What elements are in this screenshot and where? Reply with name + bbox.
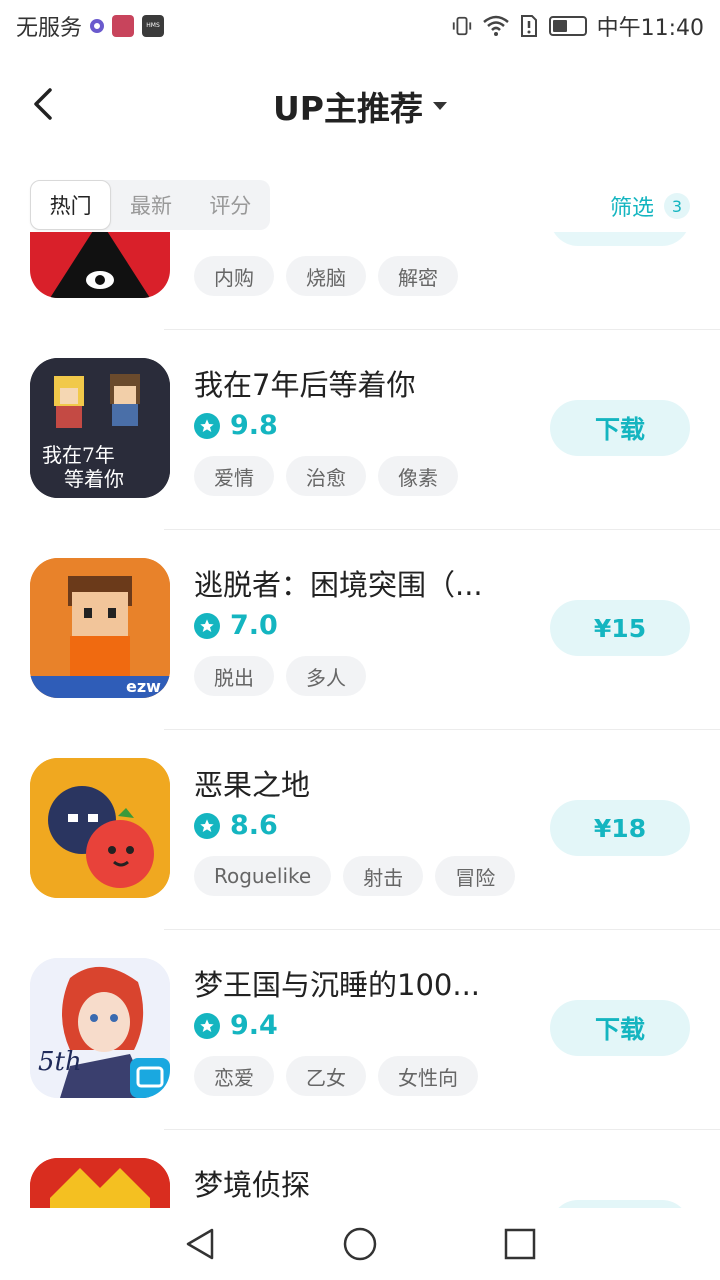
app-list: 内购 烧脑 解密 我在7年 等着你 我在7年后等着你 9.8 爱情 治愈 像素 …: [0, 232, 720, 1208]
rating: 7.0: [194, 610, 278, 641]
tags: 内购 烧脑 解密: [194, 256, 458, 296]
action-button[interactable]: [550, 232, 690, 246]
wifi-icon: [482, 15, 509, 36]
rating-value: 9.8: [230, 410, 278, 441]
tag[interactable]: 射击: [343, 856, 424, 896]
list-item[interactable]: ezw 逃脱者：困境突围（... 7.0 脱出 多人 ¥15: [0, 530, 720, 730]
page-title-container[interactable]: UP主推荐: [0, 82, 720, 130]
app-name: 逃脱者：困境突围（...: [194, 568, 483, 602]
tag[interactable]: 女性向: [378, 1056, 478, 1096]
tag[interactable]: 恋爱: [194, 1056, 274, 1096]
tag[interactable]: 解密: [378, 256, 458, 296]
tags: Roguelike 射击 冒险: [194, 856, 516, 896]
tag[interactable]: 乙女: [286, 1056, 366, 1096]
app-name: 恶果之地: [194, 768, 311, 802]
system-nav-bar: [0, 1208, 720, 1280]
tag[interactable]: 烧脑: [286, 256, 366, 296]
status-right: 中午11:40: [451, 10, 704, 42]
clock: 中午11:40: [596, 16, 704, 41]
list-item[interactable]: 恶果之地 8.6 Roguelike 射击 冒险 ¥18: [0, 730, 720, 930]
filter-row: 热门 最新 评分 筛选 3: [0, 180, 720, 232]
tab-rating[interactable]: 评分: [191, 180, 270, 230]
notification-icon: [90, 19, 105, 33]
tags: 脱出 多人: [194, 656, 366, 696]
carrier-label: 无服务: [16, 16, 83, 41]
status-bar: 无服务 HMS 中午11:40: [0, 0, 720, 52]
list-item[interactable]: 内购 烧脑 解密: [0, 232, 720, 330]
rating: 9.4: [194, 1010, 278, 1041]
app-name: 我在7年后等着你: [194, 368, 416, 402]
action-button[interactable]: [550, 1200, 690, 1208]
tag[interactable]: 爱情: [194, 456, 274, 496]
back-triangle-icon[interactable]: [182, 1226, 218, 1262]
hms-icon: HMS: [142, 15, 165, 37]
tag[interactable]: 内购: [194, 256, 274, 296]
header: UP主推荐: [0, 60, 720, 148]
filter-label: 筛选: [609, 196, 654, 221]
triangle-eye-icon: [50, 232, 150, 298]
filter-count-badge: 3: [664, 193, 690, 219]
chevron-down-icon: [432, 102, 447, 110]
tag[interactable]: Roguelike: [194, 856, 332, 896]
app-icon: 我在7年 等着你: [30, 358, 170, 498]
home-circle-icon[interactable]: [342, 1226, 378, 1262]
app-icon: [30, 758, 170, 898]
rating-value: 9.4: [230, 1010, 278, 1041]
tag[interactable]: 多人: [286, 656, 366, 696]
star-icon: [194, 412, 220, 439]
app-icon: ezw: [30, 558, 170, 698]
filter-button[interactable]: 筛选 3: [610, 190, 690, 222]
vibrate-icon: [452, 16, 471, 36]
tags: 恋爱 乙女 女性向: [194, 1056, 478, 1096]
list-item[interactable]: 5th 梦王国与沉睡的100... 9.4 恋爱 乙女 女性向 下载: [0, 930, 720, 1130]
svg-text:等着你: 等着你: [64, 467, 124, 491]
tab-newest[interactable]: 最新: [111, 180, 190, 230]
download-button[interactable]: 下载: [550, 400, 690, 456]
rating-value: 7.0: [230, 610, 278, 641]
status-left: 无服务 HMS: [16, 10, 165, 42]
rating-value: 8.6: [230, 810, 278, 841]
price-button[interactable]: ¥15: [550, 600, 690, 656]
detective-icon: [30, 1158, 170, 1208]
battery-icon: [548, 16, 587, 36]
app-icon: [30, 1158, 170, 1208]
pixel-characters-icon: 我在7年 等着你: [30, 358, 170, 498]
download-button[interactable]: 下载: [550, 1000, 690, 1056]
app-name: 梦境侦探: [194, 1168, 311, 1202]
rating: 9.8: [194, 410, 278, 441]
star-icon: [194, 812, 220, 839]
star-icon: [194, 1012, 220, 1039]
tab-hot[interactable]: 热门: [30, 180, 112, 230]
list-item[interactable]: 我在7年 等着你 我在7年后等着你 9.8 爱情 治愈 像素 下载: [0, 330, 720, 530]
huawei-icon: [112, 15, 135, 37]
list-item[interactable]: 梦境侦探: [0, 1130, 720, 1208]
recents-square-icon[interactable]: [502, 1226, 538, 1262]
tag[interactable]: 像素: [378, 456, 458, 496]
app-icon: 5th: [30, 958, 170, 1098]
tags: 爱情 治愈 像素: [194, 456, 458, 496]
tag[interactable]: 冒险: [435, 856, 516, 896]
anime-character-icon: 5th: [30, 958, 170, 1098]
app-name: 梦王国与沉睡的100...: [194, 968, 481, 1002]
sim-alert-icon: [520, 15, 537, 37]
tag[interactable]: 脱出: [194, 656, 274, 696]
price-button[interactable]: ¥18: [550, 800, 690, 856]
app-icon: [30, 232, 170, 298]
sort-tabs: 热门 最新 评分: [30, 180, 270, 230]
svg-text:我在7年: 我在7年: [42, 443, 115, 467]
rating: 8.6: [194, 810, 278, 841]
tag[interactable]: 治愈: [286, 456, 366, 496]
escapist-character-icon: ezw: [30, 558, 170, 698]
svg-text:ezw: ezw: [126, 677, 161, 696]
star-icon: [194, 612, 220, 639]
svg-text:5th: 5th: [38, 1047, 82, 1077]
page-title: UP主推荐: [273, 89, 423, 128]
fruit-characters-icon: [30, 758, 170, 898]
